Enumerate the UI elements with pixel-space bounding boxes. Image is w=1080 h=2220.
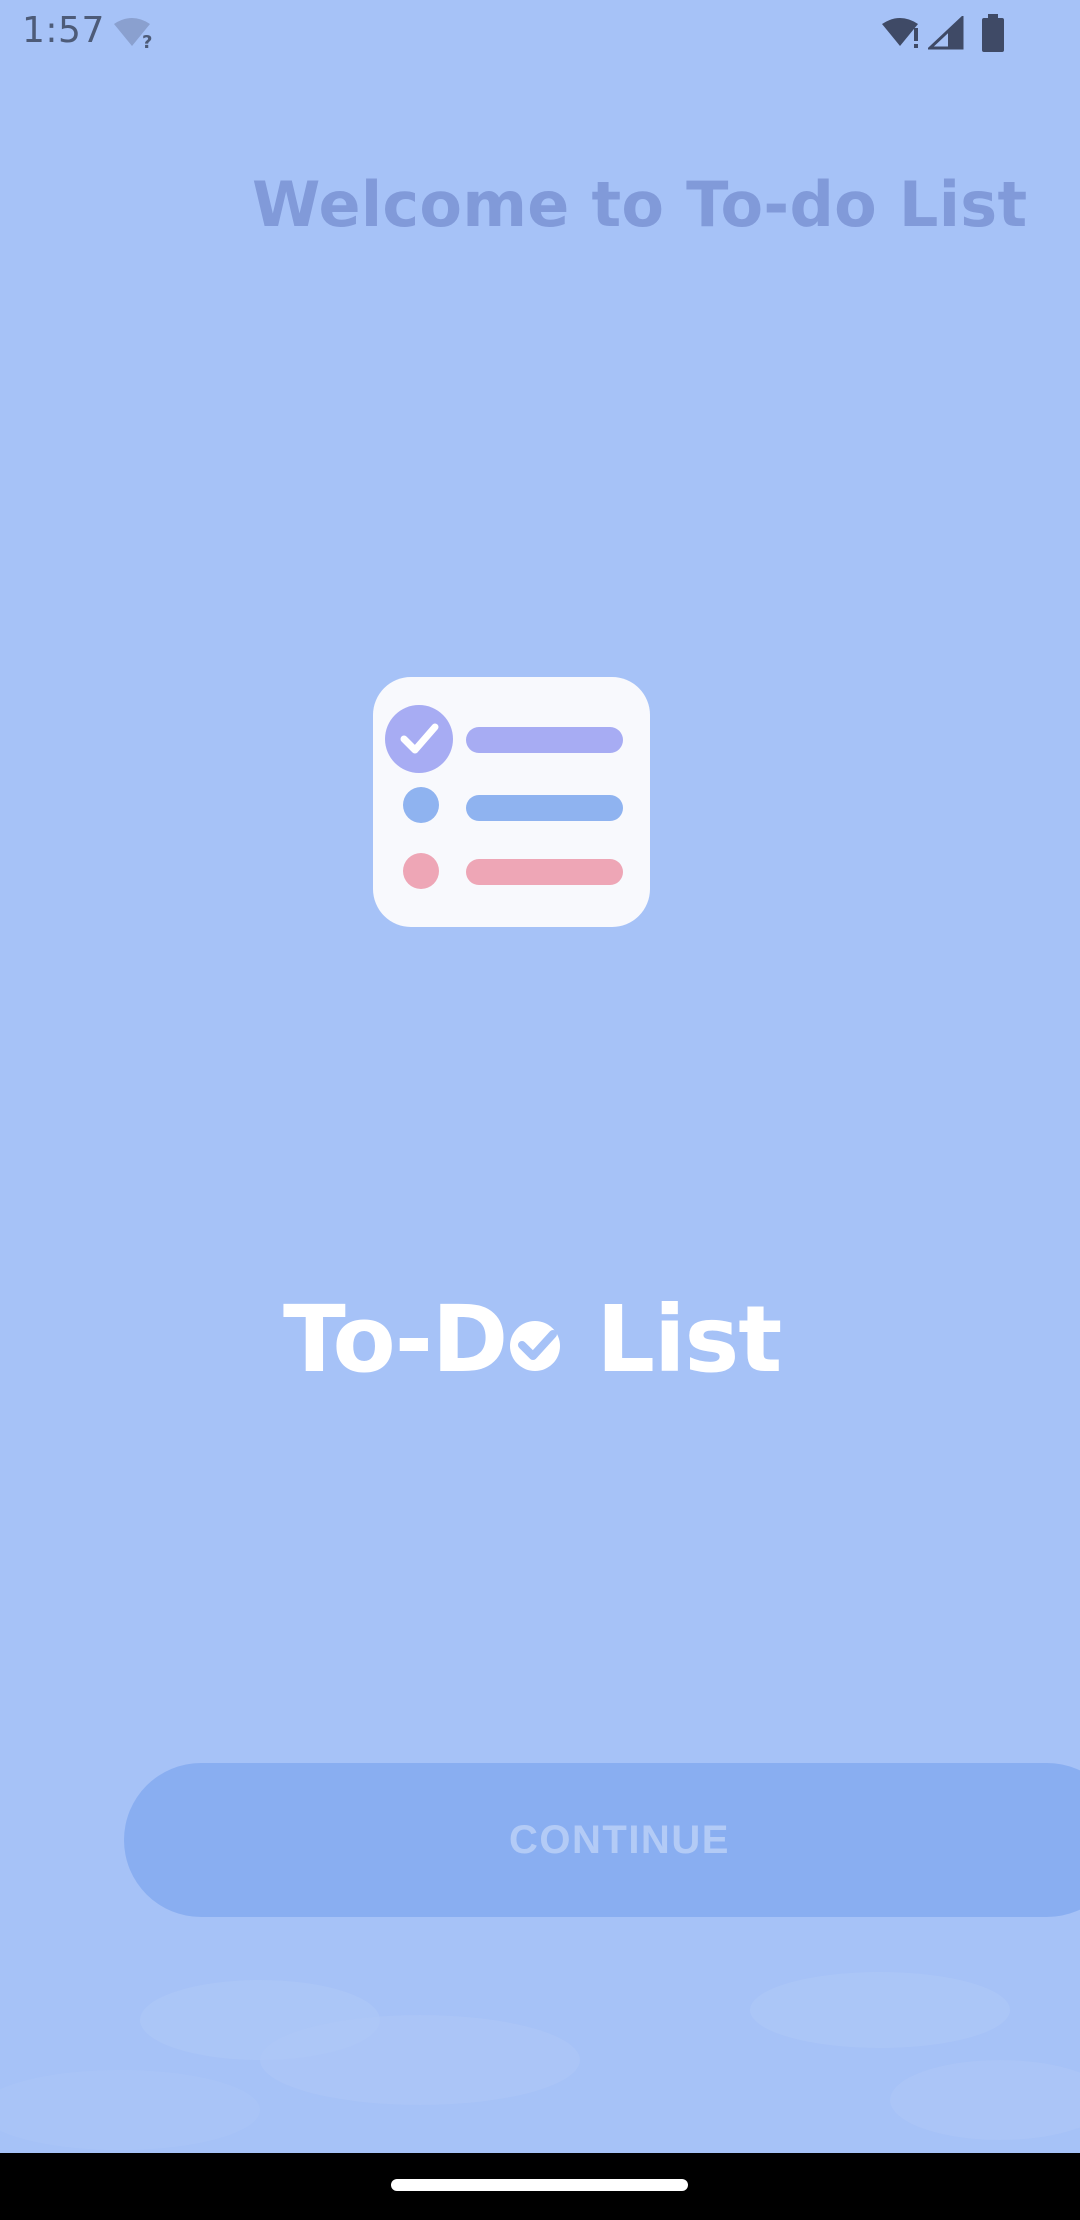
signal-icon	[928, 16, 964, 50]
wifi-alert-icon	[882, 18, 918, 48]
background-clouds	[0, 1972, 1080, 2150]
status-bar: 1:57 ?	[0, 0, 1080, 66]
welcome-title: Welcome to To-do List	[252, 168, 1028, 241]
svg-text:?: ?	[142, 32, 152, 50]
logo-text-end: List	[565, 1286, 782, 1393]
home-indicator[interactable]	[391, 2179, 688, 2191]
logo-text-start: To-D	[283, 1286, 508, 1393]
wifi-question-icon: ?	[114, 18, 152, 50]
status-time: 1:57	[22, 10, 105, 51]
battery-icon	[982, 14, 1004, 52]
app-logo-text: To-D List	[283, 1286, 782, 1393]
welcome-screen: 1:57 ? Welcome to To-do List To-D List C…	[0, 0, 1080, 2153]
navigation-bar	[0, 2153, 1080, 2220]
continue-button[interactable]: CONTINUE	[124, 1763, 1080, 1917]
check-circle-icon	[507, 1286, 565, 1378]
continue-label: CONTINUE	[509, 1818, 730, 1862]
checklist-icon	[373, 677, 650, 927]
